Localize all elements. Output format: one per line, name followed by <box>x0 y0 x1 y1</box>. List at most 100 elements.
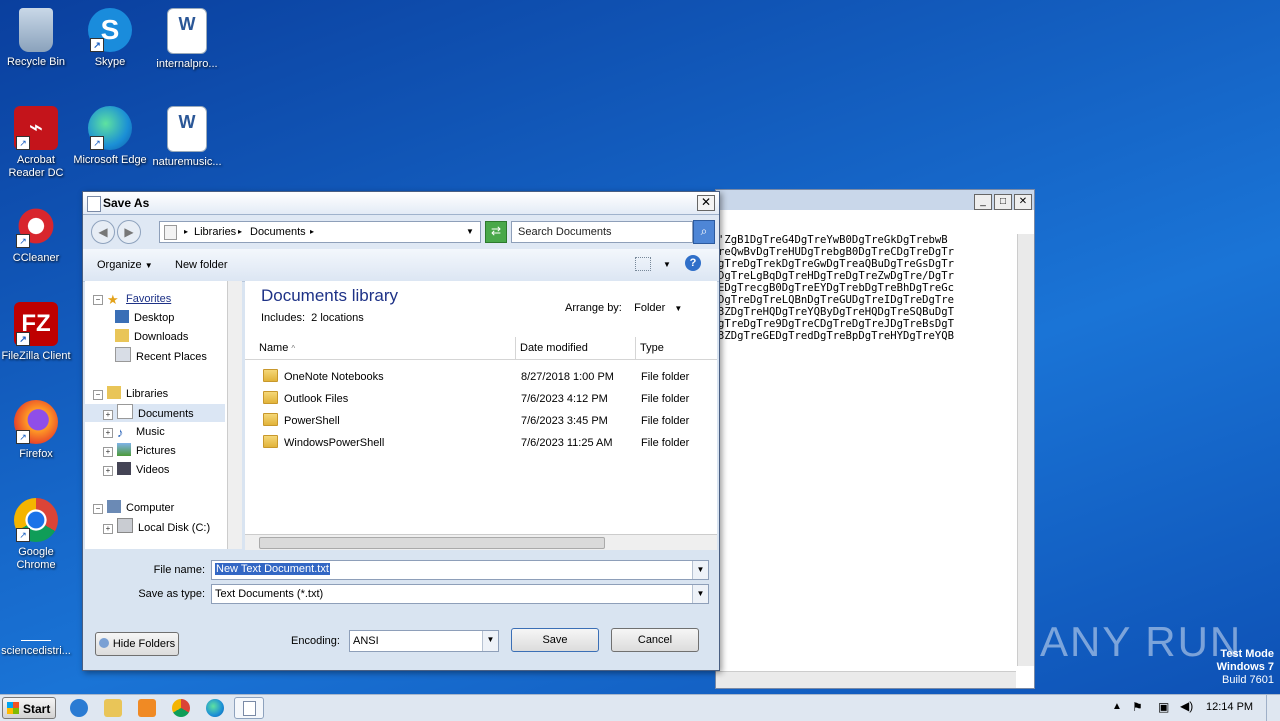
search-input[interactable]: Search Documents <box>511 221 693 243</box>
tree-item-recent-places[interactable]: Recent Places <box>115 347 207 365</box>
desktop-icon-internalpro[interactable]: W internalpro... <box>149 8 225 71</box>
encoding-select[interactable]: ANSI ▼ <box>349 630 499 652</box>
includes-locations-link[interactable]: 2 locations <box>311 312 364 324</box>
skype-icon: S ↗ <box>88 8 132 52</box>
back-button[interactable]: ◀ <box>91 220 115 244</box>
documents-icon <box>117 404 133 419</box>
new-folder-button[interactable]: New folder <box>175 259 228 271</box>
save-as-type-select[interactable]: Text Documents (*.txt) ▼ <box>211 584 709 604</box>
breadcrumb-documents[interactable]: Documents <box>250 226 306 238</box>
action-center-icon[interactable]: ⚑ <box>1132 700 1143 714</box>
desktop-icon-ccleaner[interactable]: ↗ CCleaner <box>0 204 74 265</box>
desktop-icon-chrome[interactable]: ↗ Google Chrome <box>0 498 74 572</box>
show-desktop-button[interactable] <box>1266 695 1280 721</box>
volume-icon[interactable]: ◀) <box>1180 699 1193 713</box>
file-list-hscrollbar[interactable] <box>245 534 717 550</box>
search-icon[interactable]: ⌕ <box>693 220 715 244</box>
chevron-down-icon[interactable]: ▼ <box>692 561 708 579</box>
tree-item-libraries[interactable]: − Libraries <box>93 385 168 403</box>
save-button[interactable]: Save <box>511 628 599 652</box>
star-icon: ★ <box>107 292 119 307</box>
pictures-icon <box>117 443 131 456</box>
chevron-down-icon[interactable]: ▼ <box>674 304 682 313</box>
encoding-label: Encoding: <box>291 635 340 647</box>
notepad-text[interactable]: 'ZgB1DgTreG4DgTreYwB0DgTreGkDgTrebwB reQ… <box>718 234 1016 342</box>
vertical-scrollbar[interactable] <box>1017 234 1034 666</box>
breadcrumb-arrow-icon: ▸ <box>238 227 243 236</box>
close-button[interactable]: ✕ <box>1014 194 1032 210</box>
breadcrumb-libraries[interactable]: Libraries <box>194 226 236 238</box>
library-includes: Includes: 2 locations <box>261 312 364 324</box>
file-row[interactable]: Outlook Files <box>263 389 348 409</box>
windows-logo-icon <box>7 702 19 714</box>
tree-item-local-disk[interactable]: + Local Disk (C:) <box>103 518 210 536</box>
tree-item-desktop[interactable]: Desktop <box>115 309 174 327</box>
folder-icon <box>263 413 278 426</box>
tree-item-pictures[interactable]: + Pictures <box>103 442 176 460</box>
desktop-icon-naturemusic[interactable]: W naturemusic... <box>149 106 225 169</box>
file-name-input[interactable]: New Text Document.txt ▼ <box>211 560 709 580</box>
arrange-by: Arrange by: Folder ▼ <box>565 302 683 314</box>
computer-icon <box>107 500 121 513</box>
network-icon[interactable]: ▣ <box>1158 700 1169 714</box>
view-options-icon[interactable] <box>635 257 651 271</box>
cancel-button[interactable]: Cancel <box>611 628 699 652</box>
file-row[interactable]: PowerShell <box>263 411 340 431</box>
start-button[interactable]: Start <box>2 697 56 719</box>
desktop-icon-firefox[interactable]: ↗ Firefox <box>0 400 74 461</box>
desktop-icon-edge[interactable]: ↗ Microsoft Edge <box>72 106 148 167</box>
help-icon[interactable]: ? <box>685 255 701 271</box>
clock[interactable]: 12:14 PM <box>1206 701 1253 713</box>
taskbar-notepad-button[interactable] <box>234 697 264 719</box>
file-list-pane: Documents library Includes: 2 locations … <box>245 281 717 549</box>
acrobat-icon: ⌁ ↗ <box>14 106 58 150</box>
file-date: 7/6/2023 3:45 PM <box>521 415 608 427</box>
chevron-down-icon[interactable]: ▼ <box>466 227 474 236</box>
edge-icon[interactable] <box>206 699 224 717</box>
media-player-icon[interactable] <box>138 699 156 717</box>
chevron-down-icon[interactable]: ▼ <box>482 631 498 651</box>
file-row[interactable]: OneNote Notebooks <box>263 367 384 387</box>
tree-item-documents[interactable]: + Documents <box>85 404 225 422</box>
maximize-button[interactable]: □ <box>994 194 1012 210</box>
organize-button[interactable]: Organize ▼ <box>97 259 153 271</box>
tree-item-videos[interactable]: + Videos <box>103 461 169 479</box>
internet-explorer-icon[interactable] <box>70 699 88 717</box>
desktop-icon-skype[interactable]: S ↗ Skype <box>72 8 148 69</box>
chevron-down-icon[interactable]: ▼ <box>692 585 708 603</box>
arrange-by-dropdown[interactable]: Folder <box>634 302 665 314</box>
file-row[interactable]: WindowsPowerShell <box>263 433 384 453</box>
column-header-name[interactable]: Name ^ <box>245 337 516 360</box>
folder-icon <box>263 435 278 448</box>
file-explorer-icon[interactable] <box>104 699 122 717</box>
hide-folders-button[interactable]: Hide Folders <box>95 632 179 656</box>
desktop-icon-recycle-bin[interactable]: Recycle Bin <box>0 8 74 69</box>
column-header-date[interactable]: Date modified <box>516 337 636 360</box>
chrome-icon[interactable] <box>172 699 190 717</box>
tree-item-downloads[interactable]: Downloads <box>115 328 188 346</box>
anyrun-watermark: ANY RUN <box>1040 618 1243 665</box>
desktop-icon-label: naturemusic... <box>152 156 222 168</box>
file-type: File folder <box>641 437 690 449</box>
scrollbar-thumb[interactable] <box>259 537 605 549</box>
library-title: Documents library <box>261 286 398 305</box>
show-hidden-icons-icon[interactable]: ▲ <box>1112 701 1122 712</box>
close-button[interactable]: ✕ <box>697 195 715 211</box>
forward-button[interactable]: ▶ <box>117 220 141 244</box>
tree-item-favorites[interactable]: − ★ Favorites <box>93 290 171 308</box>
desktop-icon-filezilla[interactable]: FZ ↗ FileZilla Client <box>0 302 74 363</box>
refresh-button[interactable]: ⇄ <box>485 221 507 243</box>
minimize-button[interactable]: _ <box>974 194 992 210</box>
navigation-pane-scrollbar[interactable] <box>227 281 242 549</box>
desktop-icon-label: sciencedistri... <box>1 645 71 657</box>
chevron-down-icon[interactable]: ▼ <box>663 260 671 269</box>
chrome-icon: ↗ <box>14 498 58 542</box>
desktop-icon-acrobat[interactable]: ⌁ ↗ Acrobat Reader DC <box>0 106 74 180</box>
desktop-icon-sciencedistri[interactable]: sciencedistri... <box>0 596 74 658</box>
column-header-type[interactable]: Type <box>636 337 717 360</box>
tree-item-computer[interactable]: − Computer <box>93 499 174 517</box>
address-bar[interactable]: ▸ Libraries ▸ Documents ▸ ▼ <box>159 221 481 243</box>
horizontal-scrollbar[interactable] <box>716 671 1016 688</box>
desktop-icon-label: FileZilla Client <box>1 350 71 362</box>
tree-item-music[interactable]: + ♪ Music <box>103 423 165 441</box>
